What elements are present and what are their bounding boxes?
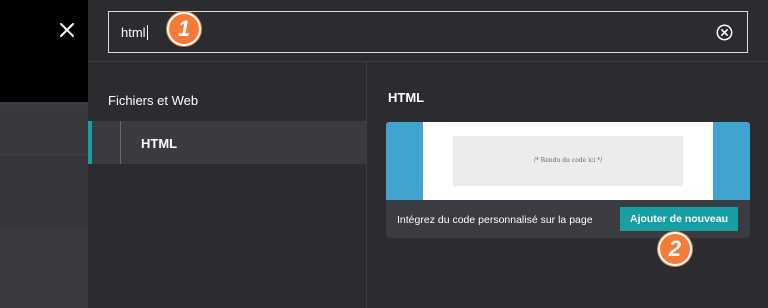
background-band — [0, 112, 88, 154]
search-input[interactable]: html — [108, 11, 748, 53]
close-button[interactable] — [52, 14, 82, 46]
step-marker-2: 2 — [658, 232, 692, 266]
step-marker-1: 1 — [167, 12, 201, 46]
close-icon — [60, 23, 74, 37]
app-stage: html 1 Fichiers et Web HTML HTML /* Rend… — [0, 0, 768, 308]
add-element-panel: html 1 Fichiers et Web HTML HTML /* Rend… — [88, 0, 768, 308]
add-new-button[interactable]: Ajouter de nouveau — [620, 207, 738, 231]
card-description: Intégrez du code personnalisé sur la pag… — [397, 214, 593, 226]
search-input-value: html — [121, 25, 148, 40]
preview-placeholder-text: /* Rendu du code ici */ — [453, 136, 683, 186]
sidebar-item-label: HTML — [141, 136, 178, 151]
sidebar-section-title: Fichiers et Web — [108, 93, 199, 108]
element-results: HTML /* Rendu du code ici */ Intégrez du… — [368, 62, 768, 308]
card-preview: /* Rendu du code ici */ — [386, 122, 750, 200]
text-caret — [146, 25, 148, 40]
results-title: HTML — [388, 90, 425, 105]
clear-search-icon[interactable] — [716, 24, 733, 41]
html-element-card[interactable]: /* Rendu du code ici */ Intégrez du code… — [386, 122, 750, 238]
tree-line — [120, 121, 121, 164]
background-band — [0, 156, 88, 228]
background-left — [0, 0, 88, 308]
preview-frame: /* Rendu du code ici */ — [423, 122, 713, 200]
sidebar-item-html[interactable]: HTML — [88, 121, 366, 164]
category-sidebar: Fichiers et Web HTML — [88, 62, 367, 308]
selected-indicator — [88, 121, 92, 164]
